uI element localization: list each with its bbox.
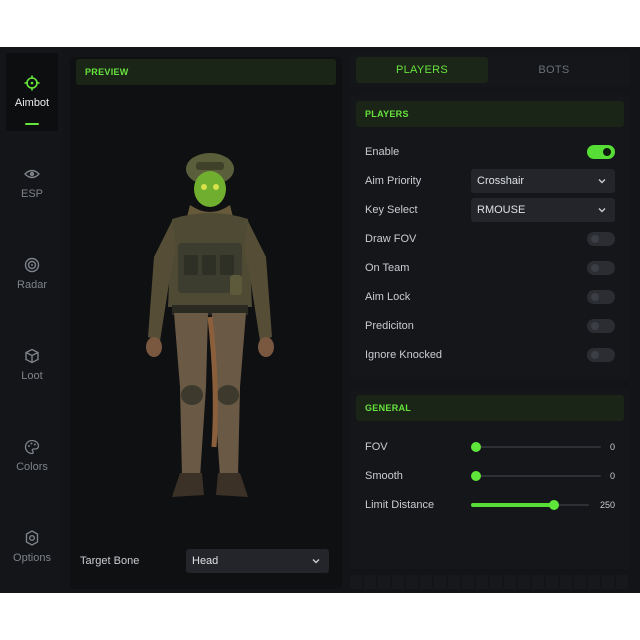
preview-header: PREVIEW xyxy=(76,59,336,85)
prediction-toggle[interactable] xyxy=(587,319,615,333)
target-bone-row: Target Bone Head xyxy=(80,549,330,573)
crosshair-icon xyxy=(24,75,40,91)
key-select-label: Key Select xyxy=(365,204,418,216)
mode-tabs: PLAYERS BOTS xyxy=(350,53,630,87)
chevron-down-icon xyxy=(598,179,606,184)
sidebar: Aimbot ESP Radar Loot Colors Options xyxy=(0,47,62,593)
sidebar-item-esp[interactable]: ESP xyxy=(6,144,58,222)
sidebar-item-loot[interactable]: Loot xyxy=(6,326,58,404)
chevron-down-icon xyxy=(598,208,606,213)
sidebar-item-options[interactable]: Options xyxy=(6,508,58,586)
fov-slider-thumb[interactable] xyxy=(471,442,481,452)
aim-lock-row: Aim Lock xyxy=(365,286,615,308)
on-team-label: On Team xyxy=(365,262,410,274)
sidebar-item-colors[interactable]: Colors xyxy=(6,417,58,495)
radar-icon xyxy=(24,257,40,273)
prediction-label: Prediciton xyxy=(365,320,414,332)
players-header: PLAYERS xyxy=(356,101,624,127)
sidebar-item-label: Aimbot xyxy=(14,97,50,109)
sidebar-item-label: Loot xyxy=(21,370,43,382)
smooth-slider-thumb[interactable] xyxy=(471,471,481,481)
aim-lock-toggle[interactable] xyxy=(587,290,615,304)
sidebar-item-label: Colors xyxy=(16,461,48,473)
enable-row: Enable xyxy=(365,141,615,163)
players-panel: PLAYERS Enable Aim Priority Crosshair Ke… xyxy=(350,95,630,379)
aim-priority-value: Crosshair xyxy=(477,175,525,187)
target-bone-label: Target Bone xyxy=(80,555,140,567)
enable-toggle[interactable] xyxy=(587,145,615,159)
limit-distance-value: 250 xyxy=(599,500,615,510)
aim-priority-label: Aim Priority xyxy=(365,175,422,187)
eye-icon xyxy=(24,169,40,179)
target-bone-value: Head xyxy=(192,555,219,567)
aim-priority-select[interactable]: Crosshair xyxy=(471,169,615,193)
key-select-value: RMOUSE xyxy=(477,204,526,216)
chevron-down-icon xyxy=(312,559,320,564)
tab-bots[interactable]: BOTS xyxy=(488,57,620,83)
smooth-row: Smooth 0 xyxy=(365,465,615,487)
preview-panel: PREVIEW Target Bone Head xyxy=(70,57,342,589)
character-model-image xyxy=(146,153,274,497)
target-bone-select[interactable]: Head xyxy=(186,549,329,573)
smooth-slider[interactable] xyxy=(471,469,601,483)
on-team-toggle[interactable] xyxy=(587,261,615,275)
aim-priority-row: Aim Priority Crosshair xyxy=(365,169,615,193)
fov-slider[interactable] xyxy=(471,440,601,454)
general-header: GENERAL xyxy=(356,395,624,421)
tab-players[interactable]: PLAYERS xyxy=(356,57,488,83)
on-team-row: On Team xyxy=(365,257,615,279)
draw-fov-row: Draw FOV xyxy=(365,228,615,250)
prediction-row: Prediciton xyxy=(365,315,615,337)
sidebar-item-aimbot[interactable]: Aimbot xyxy=(6,53,58,131)
limit-distance-slider[interactable] xyxy=(471,498,589,512)
cube-icon xyxy=(25,348,39,364)
ignore-knocked-toggle[interactable] xyxy=(587,348,615,362)
limit-distance-slider-thumb[interactable] xyxy=(548,500,559,510)
limit-distance-label: Limit Distance xyxy=(365,499,435,511)
sidebar-item-label: ESP xyxy=(20,188,43,200)
sidebar-item-label: Options xyxy=(13,552,51,564)
gear-icon xyxy=(25,530,39,546)
decorative-pattern xyxy=(350,575,630,589)
palette-icon xyxy=(24,439,40,455)
smooth-value: 0 xyxy=(609,471,615,481)
general-panel: GENERAL FOV 0 Smooth 0 Limit Distance 25… xyxy=(350,389,630,569)
smooth-label: Smooth xyxy=(365,470,403,482)
limit-distance-row: Limit Distance 250 xyxy=(365,494,615,516)
fov-label: FOV xyxy=(365,441,388,453)
aim-lock-label: Aim Lock xyxy=(365,291,411,303)
enable-label: Enable xyxy=(365,146,400,158)
fov-row: FOV 0 xyxy=(365,436,615,458)
sidebar-item-label: Radar xyxy=(17,279,47,291)
active-indicator xyxy=(25,123,39,125)
draw-fov-label: Draw FOV xyxy=(365,233,417,245)
sidebar-item-radar[interactable]: Radar xyxy=(6,235,58,313)
key-select-select[interactable]: RMOUSE xyxy=(471,198,615,222)
ignore-knocked-row: Ignore Knocked xyxy=(365,344,615,366)
ignore-knocked-label: Ignore Knocked xyxy=(365,349,443,361)
key-select-row: Key Select RMOUSE xyxy=(365,198,615,222)
draw-fov-toggle[interactable] xyxy=(587,232,615,246)
app-window: Aimbot ESP Radar Loot Colors Options PRE… xyxy=(0,47,640,593)
fov-value: 0 xyxy=(609,442,615,452)
